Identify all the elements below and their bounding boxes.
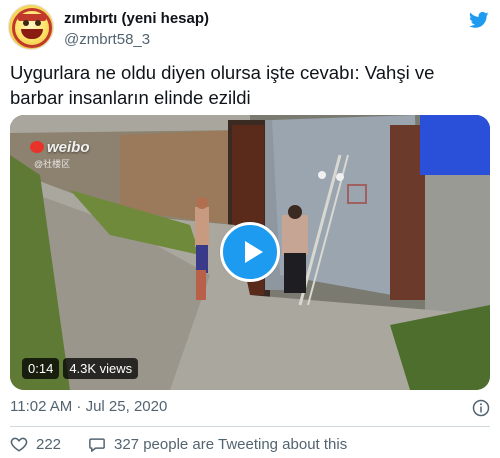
- like-count: 222: [36, 435, 62, 453]
- info-icon[interactable]: [472, 399, 490, 417]
- video-duration: 0:14: [22, 358, 60, 379]
- tweet-timestamp[interactable]: 11:02 AM · Jul 25, 2020: [10, 398, 167, 415]
- video-views: 4.3K views: [63, 358, 139, 379]
- author-handle[interactable]: @zmbrt58_3: [64, 31, 150, 48]
- tweeting-about-text: 327 people are Tweeting about this: [114, 435, 348, 453]
- tweet-video[interactable]: weibo @社楼区 0:14 4.3K views: [10, 115, 490, 390]
- divider: [10, 426, 490, 427]
- twitter-bird-icon[interactable]: [468, 10, 490, 30]
- author-display-name[interactable]: zımbırtı (yeni hesap): [64, 10, 209, 27]
- play-button[interactable]: [220, 222, 280, 282]
- avatar[interactable]: [8, 4, 54, 50]
- weibo-watermark-sub: @社楼区: [34, 159, 71, 169]
- heart-icon: [10, 437, 28, 452]
- tweet-header: zımbırtı (yeni hesap) @zmbrt58_3: [8, 4, 492, 52]
- like-button[interactable]: 222: [10, 435, 88, 453]
- tweet-text: Uygurlara ne oldu diyen olursa işte ceva…: [10, 62, 435, 108]
- reply-button[interactable]: 327 people are Tweeting about this: [88, 435, 347, 453]
- play-icon: [245, 241, 263, 263]
- speech-bubble-icon: [89, 438, 105, 452]
- tweet-actions: 222 327 people are Tweeting about this: [10, 434, 347, 454]
- weibo-watermark: weibo: [30, 139, 90, 156]
- video-badges: 0:14 4.3K views: [22, 358, 139, 379]
